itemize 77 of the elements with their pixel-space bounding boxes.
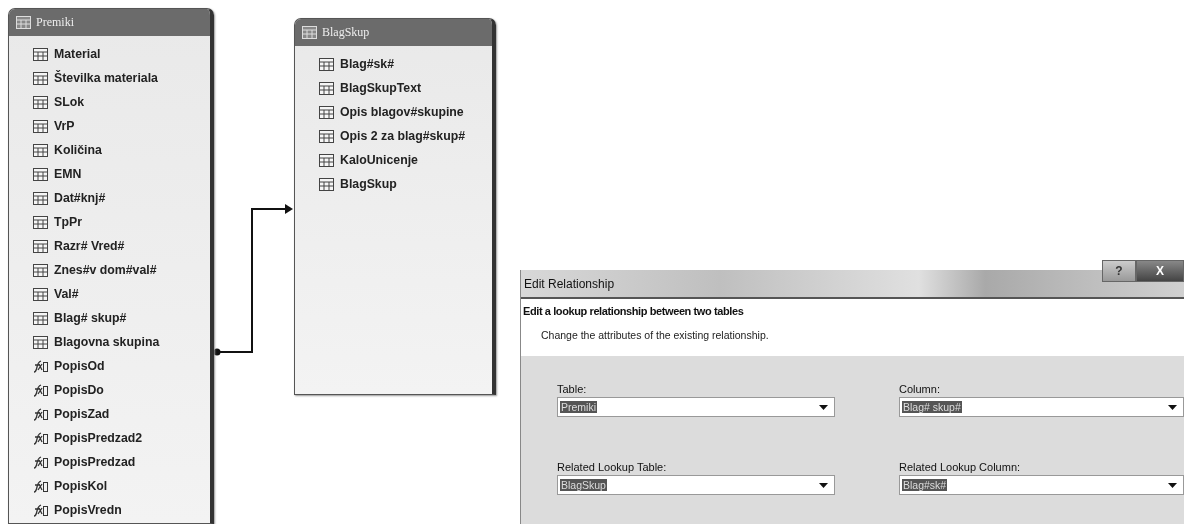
field-label: Table:	[557, 383, 588, 395]
table-icon	[319, 81, 334, 95]
table-icon	[302, 26, 317, 39]
field-name[interactable]: Dat#knj#	[54, 191, 106, 205]
field-name[interactable]: Razr# Vred#	[54, 239, 125, 253]
calculated-column-icon	[33, 383, 48, 397]
field-name[interactable]: BlagSkupText	[340, 81, 422, 95]
table-icon	[33, 239, 48, 253]
table-icon	[319, 105, 334, 119]
calculated-column-icon	[33, 479, 48, 493]
field-label: Column:	[899, 383, 941, 395]
table-icon	[33, 167, 48, 181]
table-icon	[33, 119, 48, 133]
table-card[interactable]	[8, 8, 214, 524]
field-name[interactable]: Blagovna skupina	[54, 335, 160, 349]
table-icon	[319, 153, 334, 167]
dropdown-caret-icon	[1168, 482, 1177, 488]
calculated-column-icon	[33, 431, 48, 445]
table-icon	[319, 177, 334, 191]
dropdown-field[interactable]: Blag# skup#	[899, 397, 1184, 417]
calculated-column-icon	[33, 359, 48, 373]
table-icon	[319, 129, 334, 143]
calculated-column-icon	[33, 407, 48, 421]
table-icon	[33, 47, 48, 61]
table-icon	[33, 311, 48, 325]
field-name[interactable]: BlagSkup	[340, 177, 397, 191]
calculated-column-icon	[33, 503, 48, 517]
dropdown-field[interactable]: Premiki	[557, 397, 835, 417]
field-name[interactable]: EMN	[54, 167, 82, 181]
dialog-description: Change the attributes of the existing relationship.	[541, 329, 770, 341]
dropdown-caret-icon	[819, 482, 828, 488]
field-name[interactable]: PopisDo	[54, 383, 104, 397]
field-name[interactable]: PopisZad	[54, 407, 110, 421]
table-header[interactable]: BlagSkup	[295, 19, 492, 46]
table-icon	[33, 95, 48, 109]
table-title: Premiki	[36, 15, 74, 30]
field-name[interactable]: KaloUnicenje	[340, 153, 418, 167]
table-card[interactable]: BlagSkup Blag#sk# BlagSkupText Opis blagov#skupine Opis 2 za blag#skup# KaloUnicenje BlagSkup	[294, 18, 496, 395]
table-icon	[33, 191, 48, 205]
dropdown-field[interactable]: Blag#sk#	[899, 475, 1184, 495]
field-name[interactable]: Material	[54, 47, 101, 61]
field-label: Related Lookup Column:	[899, 461, 1022, 473]
field-name[interactable]: Blag# skup#	[54, 311, 127, 325]
field-name[interactable]: Opis blagov#skupine	[340, 105, 464, 119]
field-name[interactable]: Številka materiala	[54, 71, 158, 85]
field-name[interactable]: PopisPredzad2	[54, 431, 143, 445]
table-icon	[33, 287, 48, 301]
table-header[interactable]: Premiki	[9, 9, 210, 36]
field-name[interactable]: PopisVredn	[54, 503, 122, 517]
table-icon	[33, 143, 48, 157]
dropdown-field[interactable]: BlagSkup	[557, 475, 835, 495]
field-label: Related Lookup Table:	[557, 461, 668, 473]
table-icon	[33, 263, 48, 277]
field-name[interactable]: PopisKol	[54, 479, 108, 493]
field-name[interactable]: Znes#v dom#val#	[54, 263, 157, 277]
help-button[interactable]: ?	[1102, 260, 1136, 282]
table-icon	[33, 335, 48, 349]
calculated-column-icon	[33, 455, 48, 469]
table-icon	[16, 16, 31, 29]
window-title: Edit Relationship	[524, 276, 615, 291]
table-title: BlagSkup	[322, 25, 370, 40]
table-icon	[33, 71, 48, 85]
field-name[interactable]: Blag#sk#	[340, 57, 394, 71]
close-button[interactable]: X	[1136, 260, 1184, 282]
field-name[interactable]: TpPr	[54, 215, 82, 229]
dropdown-caret-icon	[819, 404, 828, 410]
table-icon	[319, 57, 334, 71]
field-name[interactable]: Količina	[54, 143, 102, 157]
field-name[interactable]: Opis 2 za blag#skup#	[340, 129, 466, 143]
field-name[interactable]: SLok	[54, 95, 85, 109]
dropdown-caret-icon	[1168, 404, 1177, 410]
field-name[interactable]: VrP	[54, 119, 75, 133]
field-name[interactable]: Val#	[54, 287, 79, 301]
field-name[interactable]: PopisPredzad	[54, 455, 136, 469]
dialog-heading: Edit a lookup relationship between two tables	[523, 305, 745, 317]
table-icon	[33, 215, 48, 229]
field-name[interactable]: PopisOd	[54, 359, 105, 373]
